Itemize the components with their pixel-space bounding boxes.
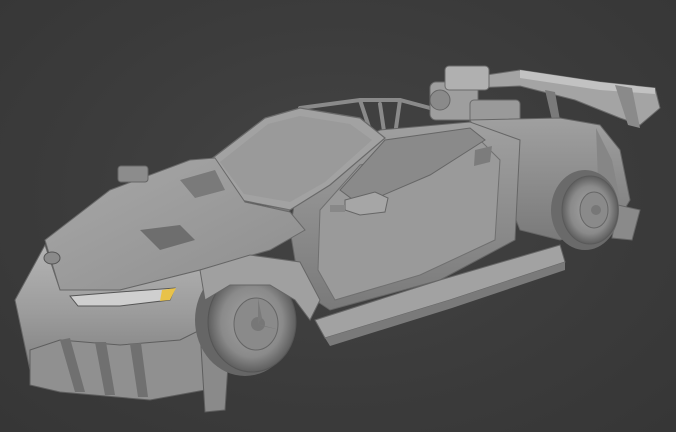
3d-viewport[interactable] — [0, 0, 676, 432]
rear-wheel — [551, 170, 619, 250]
car-model-render — [14, 65, 661, 413]
